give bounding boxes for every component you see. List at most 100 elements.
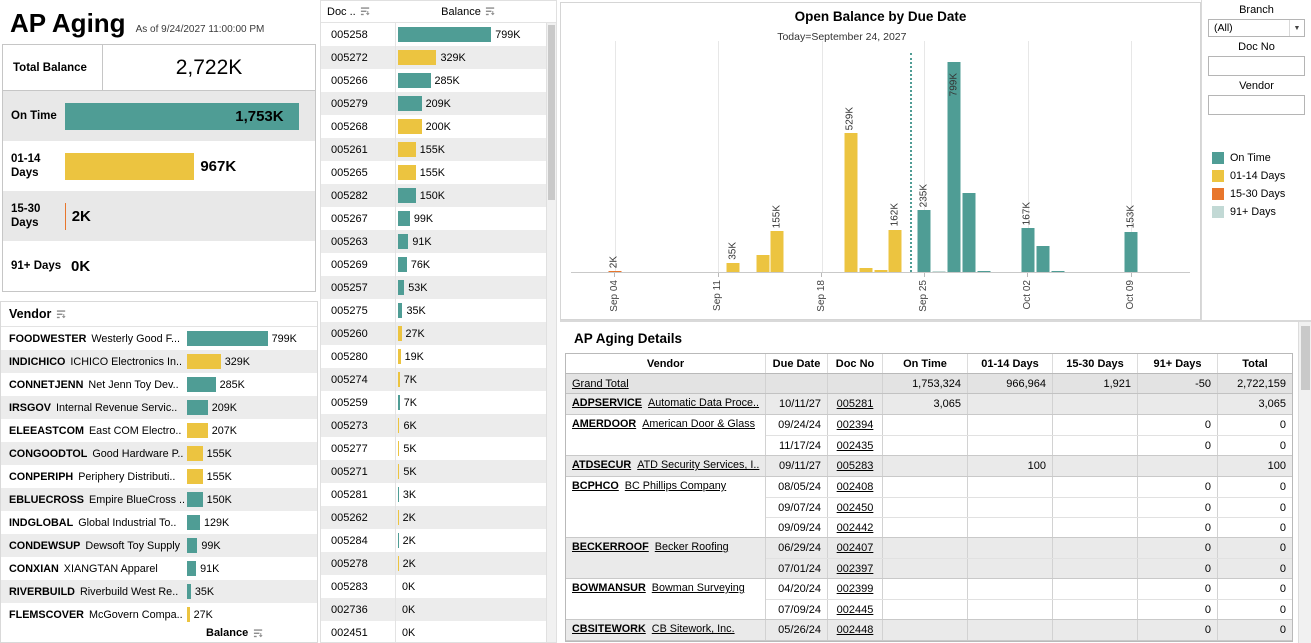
vendor-row[interactable]: CONXIANXIANGTAN Apparel 91K [1, 557, 317, 580]
doc-balance-bar[interactable] [398, 257, 407, 272]
doc-balance-bar[interactable] [398, 533, 399, 548]
doc-no-link[interactable]: 002445 [837, 604, 874, 616]
doc-balance-bar[interactable] [398, 372, 400, 387]
doc-row[interactable]: 005258 799K [321, 23, 546, 46]
doc-balance-bar[interactable] [398, 303, 402, 318]
vendor-row[interactable]: IRSGOVInternal Revenue Servic.. 209K [1, 396, 317, 419]
column-header[interactable]: On Time [883, 354, 968, 373]
column-header[interactable]: Total [1218, 354, 1292, 373]
doc-row[interactable]: 005259 7K [321, 391, 546, 414]
doc-row[interactable]: 005278 2K [321, 552, 546, 575]
doc-row[interactable]: 005261 155K [321, 138, 546, 161]
due-date-bar[interactable] [756, 255, 769, 272]
due-date-bar[interactable] [1021, 228, 1034, 272]
doc-row[interactable]: 002451 0K [321, 621, 546, 642]
doc-balance-bar[interactable] [398, 27, 491, 42]
doc-balance-bar[interactable] [398, 556, 399, 571]
aging-bucket-row[interactable]: 15-30 Days 2K [3, 191, 315, 241]
doc-balance-bar[interactable] [398, 464, 399, 479]
details-scrollbar[interactable] [1298, 322, 1311, 643]
doc-no-link[interactable]: 002450 [837, 502, 874, 514]
doc-balance-bar[interactable] [398, 349, 401, 364]
vendor-balance-bar[interactable] [187, 561, 196, 576]
doc-row[interactable]: 005260 27K [321, 322, 546, 345]
due-date-bar[interactable] [1051, 271, 1064, 272]
doc-balance-bar[interactable] [398, 188, 416, 203]
due-date-bar[interactable] [889, 230, 902, 273]
due-date-bar[interactable] [727, 263, 740, 272]
vendor-balance-bar[interactable] [187, 584, 191, 599]
vendor-link[interactable]: BCPHCOBC Phillips Company [572, 480, 726, 492]
doc-scrollbar-thumb[interactable] [548, 25, 555, 200]
doc-row[interactable]: 005262 2K [321, 506, 546, 529]
doc-balance-bar[interactable] [398, 326, 402, 341]
due-date-bar[interactable] [918, 210, 931, 272]
doc-row[interactable]: 005271 5K [321, 460, 546, 483]
doc-row[interactable]: 005279 209K [321, 92, 546, 115]
vendor-balance-bar[interactable] [187, 400, 208, 415]
vendor-input[interactable] [1208, 95, 1305, 115]
due-date-bar[interactable] [1125, 232, 1138, 272]
vendor-link[interactable]: BECKERROOFBecker Roofing [572, 541, 729, 553]
doc-balance-bar[interactable] [398, 510, 399, 525]
doc-no-link[interactable]: 002435 [837, 440, 874, 452]
column-header[interactable]: 15-30 Days [1053, 354, 1138, 373]
doc-row[interactable]: 005266 285K [321, 69, 546, 92]
doc-no-link[interactable]: 005283 [837, 460, 874, 472]
vendor-link[interactable]: ADPSERVICEAutomatic Data Proce.. [572, 397, 759, 409]
doc-no-link[interactable]: 002399 [837, 583, 874, 595]
vendor-row[interactable]: INDICHICOICHICO Electronics In.. 329K [1, 350, 317, 373]
doc-row[interactable]: 005282 150K [321, 184, 546, 207]
due-date-bar[interactable] [963, 193, 976, 272]
due-date-bar[interactable] [859, 268, 872, 272]
due-date-bar[interactable] [771, 231, 784, 272]
vendor-row[interactable]: INDGLOBALGlobal Industrial To.. 129K [1, 511, 317, 534]
doc-no-link[interactable]: 002397 [837, 563, 874, 575]
grand-total-cell[interactable]: Grand Total [566, 374, 766, 393]
due-date-bar[interactable] [933, 271, 946, 272]
aging-bucket-bar[interactable] [65, 153, 194, 180]
vendor-row[interactable]: CONPERIPHPeriphery Distributi.. 155K [1, 465, 317, 488]
due-date-bar[interactable] [874, 270, 887, 272]
legend-item[interactable]: 15-30 Days [1212, 185, 1311, 203]
vendor-link[interactable]: ATDSECURATD Security Services, I.. [572, 459, 759, 471]
doc-row[interactable]: 005273 6K [321, 414, 546, 437]
doc-row[interactable]: 002736 0K [321, 598, 546, 621]
doc-balance-bar[interactable] [398, 487, 399, 502]
doc-balance-bar[interactable] [398, 96, 422, 111]
doc-row[interactable]: 005284 2K [321, 529, 546, 552]
vendor-balance-bar[interactable] [187, 331, 268, 346]
aging-bucket-row[interactable]: On Time 1,753K [3, 91, 315, 141]
doc-balance-bar[interactable] [398, 119, 422, 134]
doc-no-link[interactable]: 002407 [837, 542, 874, 554]
vendor-balance-bar[interactable] [187, 538, 197, 553]
due-date-bar[interactable] [844, 133, 857, 272]
doc-balance-bar[interactable] [398, 280, 404, 295]
vendor-link[interactable]: AMERDOORAmerican Door & Glass [572, 418, 755, 430]
doc-balance-bar[interactable] [398, 234, 408, 249]
vendor-balance-bar[interactable] [187, 515, 200, 530]
column-header[interactable]: 91+ Days [1138, 354, 1218, 373]
doc-row[interactable]: 005257 53K [321, 276, 546, 299]
column-header[interactable]: Doc No [828, 354, 883, 373]
legend-item[interactable]: On Time [1212, 149, 1311, 167]
sort-icon[interactable] [56, 309, 67, 320]
vendor-balance-bar[interactable] [187, 377, 216, 392]
doc-no-input[interactable] [1208, 56, 1305, 76]
doc-balance-bar[interactable] [398, 395, 400, 410]
doc-balance-bar[interactable] [398, 73, 431, 88]
doc-row[interactable]: 005263 91K [321, 230, 546, 253]
doc-balance-bar[interactable] [398, 165, 416, 180]
due-date-bar[interactable] [977, 271, 990, 272]
vendor-row[interactable]: EBLUECROSSEmpire BlueCross .. 150K [1, 488, 317, 511]
vendor-link[interactable]: CBSITEWORKCB Sitework, Inc. [572, 623, 735, 635]
branch-select[interactable]: (All) ▼ [1208, 19, 1305, 37]
vendor-balance-bar[interactable] [187, 469, 203, 484]
chevron-down-icon[interactable]: ▼ [1289, 20, 1304, 36]
vendor-row[interactable]: RIVERBUILDRiverbuild West Re.. 35K [1, 580, 317, 603]
doc-row[interactable]: 005267 99K [321, 207, 546, 230]
due-date-bar[interactable] [608, 271, 621, 272]
aging-bucket-bar[interactable] [65, 203, 66, 230]
aging-bucket-row[interactable]: 91+ Days 0K [3, 241, 315, 291]
doc-no-link[interactable]: 005281 [837, 398, 874, 410]
